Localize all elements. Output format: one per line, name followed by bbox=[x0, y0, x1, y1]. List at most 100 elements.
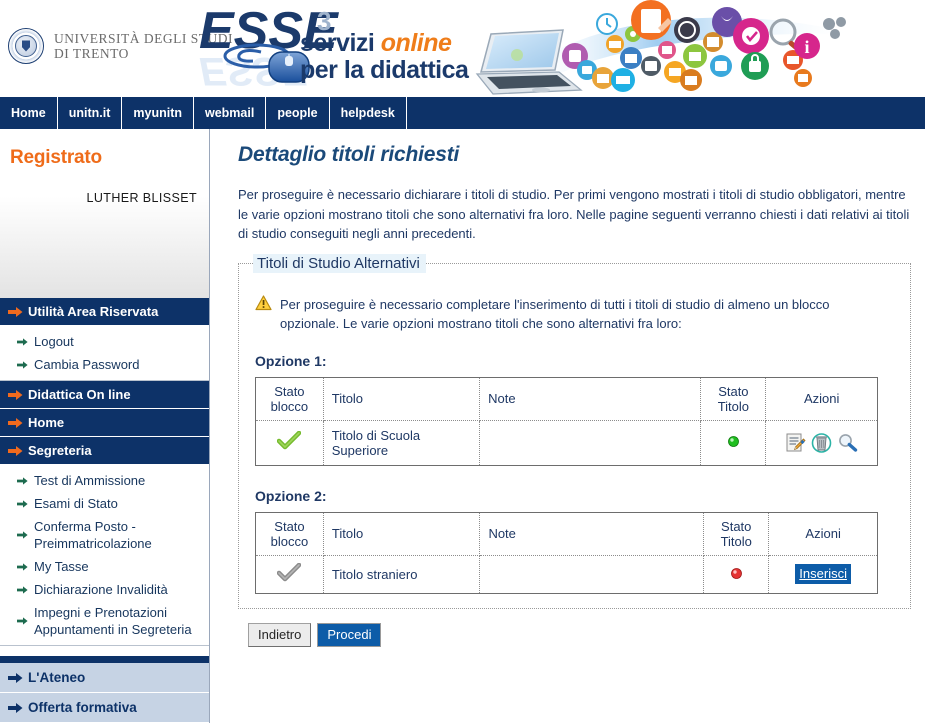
table-row: Titolo straniero Inserisci bbox=[256, 555, 878, 593]
sidebar-item-label: Logout bbox=[34, 334, 74, 349]
topnav-item-home[interactable]: Home bbox=[0, 97, 58, 129]
sidebar-section-home[interactable]: Home bbox=[0, 409, 209, 437]
green-led-icon bbox=[728, 436, 739, 447]
sidebar-item-label: My Tasse bbox=[34, 559, 89, 574]
red-led-icon bbox=[731, 568, 742, 579]
user-role-label: Registrato bbox=[10, 147, 197, 169]
sidebar-section-didattica-on-line[interactable]: Didattica On line bbox=[0, 381, 209, 409]
topnav-item-helpdesk[interactable]: helpdesk bbox=[330, 97, 407, 129]
arrow-right-small-icon bbox=[17, 361, 28, 369]
sidebar-section-label: L'Ateneo bbox=[28, 670, 85, 685]
table-header-row: Stato blocco Titolo Note Stato Titolo Az… bbox=[256, 512, 878, 555]
warning-message: Per proseguire è necessario completare l… bbox=[255, 295, 898, 333]
delete-trash-icon[interactable] bbox=[811, 433, 832, 453]
site-header: Università degli Studi di Trento ESSE 3 … bbox=[0, 0, 925, 96]
sidebar-item-cambia-password[interactable]: Cambia Password bbox=[0, 353, 209, 376]
sidebar-section-offerta-formativa[interactable]: Offerta formativa bbox=[0, 693, 209, 723]
sidebar-item-label: Esami di Stato bbox=[34, 496, 118, 511]
arrow-right-small-icon bbox=[17, 500, 28, 508]
col-titolo: Titolo bbox=[323, 512, 480, 555]
col-titolo: Titolo bbox=[323, 377, 479, 420]
col-stato-titolo-l2: Titolo bbox=[718, 399, 749, 414]
topnav-item-webmail[interactable]: webmail bbox=[194, 97, 266, 129]
col-stato-blocco-l2: blocco bbox=[271, 534, 309, 549]
page-body: Registrato LUTHER BLISSET Utilità Area R… bbox=[0, 129, 925, 719]
sidebar-section-utilita-area-riservata[interactable]: Utilità Area Riservata bbox=[0, 298, 209, 326]
sidebar-item-conferma-posto-preimmatricolazione[interactable]: Conferma Posto - Preimmatricolazione bbox=[0, 515, 209, 555]
sidebar-item-esami-di-stato[interactable]: Esami di Stato bbox=[0, 492, 209, 515]
sidebar-item-impegni-e-prenotazioni[interactable]: Impegni e Prenotazioni Appuntamenti in S… bbox=[0, 601, 209, 641]
cell-block-status bbox=[256, 555, 324, 593]
topnav-item-people[interactable]: people bbox=[266, 97, 329, 129]
green-check-icon bbox=[277, 431, 301, 451]
back-button[interactable]: Indietro bbox=[248, 623, 311, 647]
sidebar-item-dichiarazione-invalidita[interactable]: Dichiarazione Invalidità bbox=[0, 578, 209, 601]
view-magnifier-icon[interactable] bbox=[837, 433, 858, 453]
sidebar-section-label: Didattica On line bbox=[28, 387, 131, 402]
col-stato-titolo-l1: Stato bbox=[721, 519, 751, 534]
sidebar-gap bbox=[0, 646, 209, 656]
sidebar-section-label: Segreteria bbox=[28, 443, 92, 458]
sidebar-submenu-utilita: Logout Cambia Password bbox=[0, 326, 209, 381]
topnav-item-unitn-it[interactable]: unitn.it bbox=[58, 97, 123, 129]
col-stato-blocco: Stato blocco bbox=[256, 377, 324, 420]
col-note: Note bbox=[480, 377, 701, 420]
col-stato-blocco-l1: Stato bbox=[274, 519, 304, 534]
proceed-button[interactable]: Procedi bbox=[317, 623, 381, 647]
col-note: Note bbox=[480, 512, 704, 555]
sidebar-item-my-tasse[interactable]: My Tasse bbox=[0, 555, 209, 578]
sidebar-item-label: Cambia Password bbox=[34, 357, 140, 372]
col-stato-titolo-l2: Titolo bbox=[721, 534, 752, 549]
cell-title-status bbox=[704, 555, 769, 593]
sidebar-section-label: Offerta formativa bbox=[28, 700, 137, 715]
cell-note bbox=[480, 555, 704, 593]
hero-illustration: i bbox=[455, 0, 925, 96]
insert-link[interactable]: Inserisci bbox=[795, 564, 851, 584]
topnav-item-myunitn[interactable]: myunitn bbox=[122, 97, 194, 129]
table-row: Titolo di Scuola Superiore bbox=[256, 420, 878, 465]
sidebar-section-label: Utilità Area Riservata bbox=[28, 304, 158, 319]
arrow-right-small-icon bbox=[17, 617, 28, 625]
sidebar-item-logout[interactable]: Logout bbox=[0, 330, 209, 353]
user-name-label: LUTHER BLISSET bbox=[10, 191, 197, 205]
arrow-right-icon bbox=[8, 445, 23, 456]
sidebar-section-segreteria[interactable]: Segreteria bbox=[0, 437, 209, 465]
arrow-right-small-icon bbox=[17, 586, 28, 594]
main-content: Dettaglio titoli richiesti Per proseguir… bbox=[210, 129, 925, 647]
col-stato-blocco-l1: Stato bbox=[274, 384, 304, 399]
col-stato-titolo: Stato Titolo bbox=[701, 377, 766, 420]
page-title: Dettaglio titoli richiesti bbox=[238, 143, 911, 167]
cell-title: Titolo di Scuola Superiore bbox=[323, 420, 479, 465]
cell-note bbox=[480, 420, 701, 465]
cell-actions: Inserisci bbox=[769, 555, 878, 593]
sidebar-section-l-ateneo[interactable]: L'Ateneo bbox=[0, 663, 209, 693]
cell-title-status bbox=[701, 420, 766, 465]
topnav-filler bbox=[407, 97, 925, 129]
edit-document-icon[interactable] bbox=[785, 433, 806, 453]
arrow-right-small-icon bbox=[17, 477, 28, 485]
fieldset-legend: Titoli di Studio Alternativi bbox=[253, 254, 426, 273]
sidebar-section-label: Home bbox=[28, 415, 64, 430]
warning-triangle-icon bbox=[255, 295, 272, 311]
col-stato-blocco: Stato blocco bbox=[256, 512, 324, 555]
arrow-right-icon bbox=[8, 389, 23, 400]
sidebar-item-label: Dichiarazione Invalidità bbox=[34, 582, 168, 597]
option-1-table: Stato blocco Titolo Note Stato Titolo Az… bbox=[255, 377, 878, 466]
sidebar: Registrato LUTHER BLISSET Utilità Area R… bbox=[0, 129, 210, 723]
col-stato-blocco-l2: blocco bbox=[271, 399, 309, 414]
arrow-right-small-icon bbox=[17, 563, 28, 571]
col-stato-titolo-l1: Stato bbox=[718, 384, 748, 399]
arrow-right-icon bbox=[8, 306, 23, 317]
sidebar-item-test-di-ammissione[interactable]: Test di Ammissione bbox=[0, 469, 209, 492]
col-azioni: Azioni bbox=[769, 512, 878, 555]
svg-text:i: i bbox=[804, 37, 809, 57]
option-2-table: Stato blocco Titolo Note Stato Titolo Az… bbox=[255, 512, 878, 594]
cell-actions bbox=[766, 420, 878, 465]
option-2-label: Opzione 2: bbox=[255, 488, 898, 504]
col-azioni: Azioni bbox=[766, 377, 878, 420]
arrow-right-icon bbox=[8, 672, 23, 683]
sidebar-item-label: Test di Ammissione bbox=[34, 473, 145, 488]
alternative-titles-fieldset: Titoli di Studio Alternativi Per prosegu… bbox=[238, 254, 911, 609]
col-stato-titolo: Stato Titolo bbox=[704, 512, 769, 555]
top-navigation[interactable]: Home unitn.it myunitn webmail people hel… bbox=[0, 96, 925, 129]
